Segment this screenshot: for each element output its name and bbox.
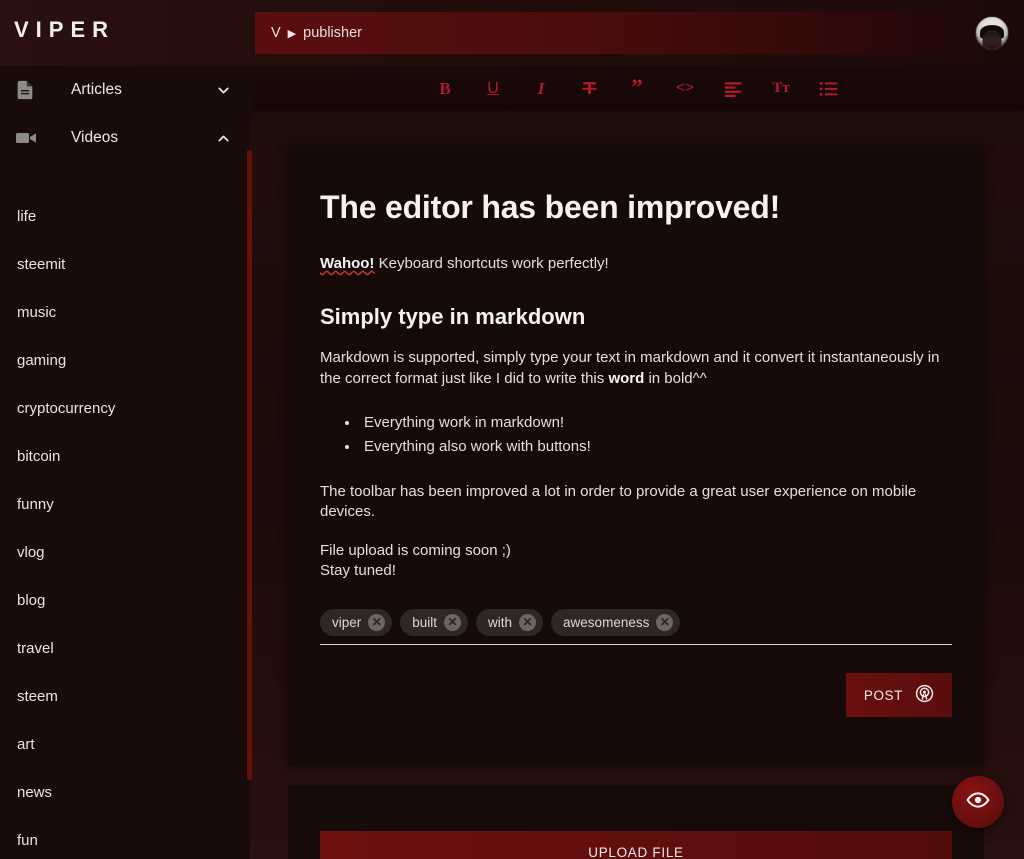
editor-body[interactable]: The editor has been improved! Wahoo! Key…	[288, 145, 984, 718]
document-icon	[14, 79, 44, 101]
sidebar-tag-travel[interactable]: travel	[0, 624, 250, 672]
list-item: Everything also work with buttons!	[360, 435, 952, 459]
avatar[interactable]	[975, 16, 1009, 50]
sidebar-tag-cryptocurrency[interactable]: cryptocurrency	[0, 384, 250, 432]
toolbar-paragraph[interactable]: The toolbar has been improved a lot in o…	[320, 482, 952, 523]
post-button[interactable]: POST	[845, 673, 952, 718]
markdown-paragraph-tail: in bold^^	[644, 369, 707, 387]
sidebar-tag-blog[interactable]: blog	[0, 576, 250, 624]
sidebar-tag-steemit[interactable]: steemit	[0, 240, 250, 288]
tag-chip-label: viper	[332, 615, 362, 631]
breadcrumb-root[interactable]: V	[271, 25, 281, 41]
editor-card: The editor has been improved! Wahoo! Key…	[288, 145, 984, 765]
bullet-list[interactable]: Everything work in markdown! Everything …	[360, 411, 952, 460]
page-title[interactable]: The editor has been improved!	[320, 189, 952, 226]
breadcrumb-separator-icon: ▶	[287, 27, 297, 40]
preview-fab-button[interactable]	[952, 776, 1004, 828]
sidebar-item-videos[interactable]: Videos	[0, 114, 250, 162]
sidebar-item-articles[interactable]: Articles	[0, 66, 250, 114]
intro-paragraph-rest: Keyboard shortcuts work perfectly!	[374, 255, 609, 272]
app-logo[interactable]: VIPER	[14, 17, 115, 43]
close-icon[interactable]: ✕	[368, 614, 386, 632]
tag-chip-viper[interactable]: viper ✕	[320, 609, 393, 637]
tag-chip-awesomeness[interactable]: awesomeness ✕	[551, 609, 681, 637]
bullet-list-button[interactable]	[816, 76, 842, 102]
sidebar-tag-gaming[interactable]: gaming	[0, 336, 250, 384]
sidebar-tag-art[interactable]: art	[0, 720, 250, 768]
bold-button[interactable]: B	[432, 76, 458, 102]
breadcrumb[interactable]: V ▶ publisher	[255, 12, 947, 54]
closing-line-2: Stay tuned!	[320, 561, 396, 579]
strikethrough-button[interactable]	[576, 76, 602, 102]
tag-input-underline	[320, 644, 952, 646]
code-block-button[interactable]: <>	[672, 76, 698, 102]
tag-input-row[interactable]: viper ✕ built ✕ with ✕ awesomeness ✕	[320, 609, 952, 637]
tag-chip-with[interactable]: with ✕	[476, 609, 544, 637]
top-bar: VIPER V ▶ publisher	[0, 0, 1024, 66]
tag-chip-label: built	[412, 615, 438, 631]
sidebar-scrollbar[interactable]	[247, 150, 252, 780]
sidebar-tag-music[interactable]: music	[0, 288, 250, 336]
editor-toolbar: B U I ” <> Tт	[250, 66, 1024, 111]
tag-chip-label: with	[488, 615, 513, 631]
closing-line-1: File upload is coming soon ;)	[320, 541, 511, 559]
italic-button[interactable]: I	[528, 76, 554, 102]
align-left-button[interactable]	[720, 76, 746, 102]
markdown-bold-word: word	[608, 369, 645, 387]
close-icon[interactable]: ✕	[656, 614, 674, 632]
upload-file-button[interactable]: UPLOAD FILE	[320, 831, 952, 859]
underline-button[interactable]: U	[480, 76, 506, 102]
broadcast-icon	[915, 684, 934, 706]
sidebar-tag-steem[interactable]: steem	[0, 672, 250, 720]
sidebar-tag-funny[interactable]: funny	[0, 480, 250, 528]
tag-chip-label: awesomeness	[563, 615, 650, 631]
spellcheck-word: Wahoo!	[320, 255, 375, 272]
intro-paragraph[interactable]: Wahoo! Keyboard shortcuts work perfectly…	[320, 254, 952, 274]
video-camera-icon	[14, 126, 44, 150]
sidebar-item-videos-label: Videos	[71, 129, 119, 146]
post-row: POST	[320, 673, 952, 718]
post-button-label: POST	[863, 687, 903, 703]
sidebar-tag-vlog[interactable]: vlog	[0, 528, 250, 576]
list-item: Everything work in markdown!	[360, 411, 952, 435]
upload-card: UPLOAD FILE	[288, 785, 984, 859]
tag-chip-built[interactable]: built ✕	[400, 609, 469, 637]
chevron-up-icon[interactable]	[215, 130, 232, 147]
font-size-button[interactable]: Tт	[768, 76, 794, 102]
chevron-down-icon[interactable]	[215, 82, 232, 99]
closing-paragraph[interactable]: File upload is coming soon ;) Stay tuned…	[320, 541, 952, 582]
close-icon[interactable]: ✕	[519, 614, 537, 632]
close-icon[interactable]: ✕	[444, 614, 462, 632]
sidebar-tag-life[interactable]: life	[0, 192, 250, 240]
sidebar-tag-news[interactable]: news	[0, 768, 250, 816]
sidebar-tag-fun[interactable]: fun	[0, 816, 250, 859]
section-heading[interactable]: Simply type in markdown	[320, 304, 952, 330]
markdown-paragraph[interactable]: Markdown is supported, simply type your …	[320, 348, 952, 389]
sidebar-item-articles-label: Articles	[71, 81, 122, 98]
app-root: VIPER V ▶ publisher Articles Videos life…	[0, 0, 1024, 859]
breadcrumb-current[interactable]: publisher	[303, 25, 362, 41]
sidebar-tag-bitcoin[interactable]: bitcoin	[0, 432, 250, 480]
eye-icon	[966, 788, 990, 817]
sidebar: Articles Videos life steemit music gamin…	[0, 66, 250, 859]
blockquote-button[interactable]: ”	[624, 76, 650, 102]
avatar-face	[982, 29, 1002, 49]
